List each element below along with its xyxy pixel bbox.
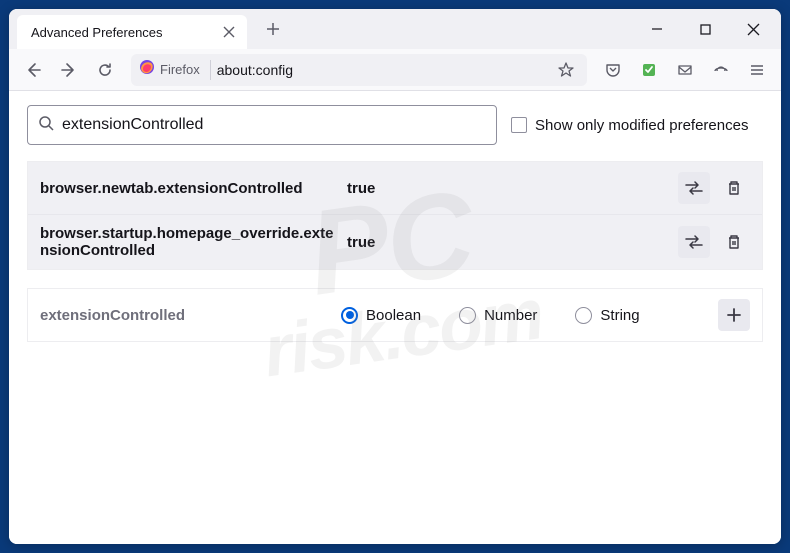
search-input[interactable] bbox=[62, 116, 486, 134]
identity-label: Firefox bbox=[160, 62, 200, 77]
radio-icon bbox=[341, 307, 358, 324]
maximize-button[interactable] bbox=[683, 13, 727, 45]
navigation-toolbar: Firefox about:config bbox=[9, 49, 781, 91]
tab-title: Advanced Preferences bbox=[31, 25, 163, 40]
forward-button[interactable] bbox=[53, 54, 85, 86]
pref-name: browser.newtab.extensionControlled bbox=[40, 180, 335, 197]
titlebar: Advanced Preferences bbox=[9, 9, 781, 49]
new-tab-button[interactable] bbox=[259, 15, 287, 43]
show-modified-checkbox[interactable]: Show only modified preferences bbox=[511, 117, 748, 134]
url-text: about:config bbox=[217, 62, 547, 78]
minimize-button[interactable] bbox=[635, 13, 679, 45]
toggle-button[interactable] bbox=[678, 226, 710, 258]
extension-icon[interactable] bbox=[633, 54, 665, 86]
close-window-button[interactable] bbox=[731, 13, 775, 45]
browser-window: Advanced Preferences bbox=[9, 9, 781, 544]
add-pref-button[interactable] bbox=[718, 299, 750, 331]
firefox-icon bbox=[139, 59, 155, 80]
radio-label: Boolean bbox=[366, 307, 421, 324]
checkbox-icon bbox=[511, 117, 527, 133]
pref-row[interactable]: browser.startup.homepage_override.extens… bbox=[28, 214, 762, 269]
radio-label: Number bbox=[484, 307, 537, 324]
new-pref-row: extensionControlled Boolean Number Strin… bbox=[27, 288, 763, 342]
pref-row[interactable]: browser.newtab.extensionControlled true bbox=[28, 162, 762, 214]
delete-button[interactable] bbox=[718, 226, 750, 258]
type-radio-group: Boolean Number String bbox=[341, 307, 700, 324]
radio-icon bbox=[575, 307, 592, 324]
back-button[interactable] bbox=[17, 54, 49, 86]
close-tab-icon[interactable] bbox=[219, 22, 239, 42]
search-icon bbox=[38, 115, 54, 136]
show-modified-label: Show only modified preferences bbox=[535, 117, 748, 134]
radio-number[interactable]: Number bbox=[459, 307, 537, 324]
delete-button[interactable] bbox=[718, 172, 750, 204]
search-box[interactable] bbox=[27, 105, 497, 145]
radio-string[interactable]: String bbox=[575, 307, 639, 324]
new-pref-name: extensionControlled bbox=[40, 307, 323, 324]
browser-tab[interactable]: Advanced Preferences bbox=[17, 15, 247, 49]
radio-icon bbox=[459, 307, 476, 324]
address-bar[interactable]: Firefox about:config bbox=[131, 54, 587, 86]
inbox-icon[interactable] bbox=[669, 54, 701, 86]
pref-value: true bbox=[347, 180, 666, 197]
radio-label: String bbox=[600, 307, 639, 324]
pocket-icon[interactable] bbox=[597, 54, 629, 86]
preferences-table: browser.newtab.extensionControlled true … bbox=[27, 161, 763, 270]
toggle-button[interactable] bbox=[678, 172, 710, 204]
bookmark-star-icon[interactable] bbox=[553, 57, 579, 83]
reload-button[interactable] bbox=[89, 54, 121, 86]
pref-value: true bbox=[347, 234, 666, 251]
account-icon[interactable] bbox=[705, 54, 737, 86]
pref-name: browser.startup.homepage_override.extens… bbox=[40, 225, 335, 259]
identity-box[interactable]: Firefox bbox=[139, 60, 211, 80]
about-config-content: Show only modified preferences browser.n… bbox=[9, 91, 781, 544]
radio-boolean[interactable]: Boolean bbox=[341, 307, 421, 324]
app-menu-button[interactable] bbox=[741, 54, 773, 86]
